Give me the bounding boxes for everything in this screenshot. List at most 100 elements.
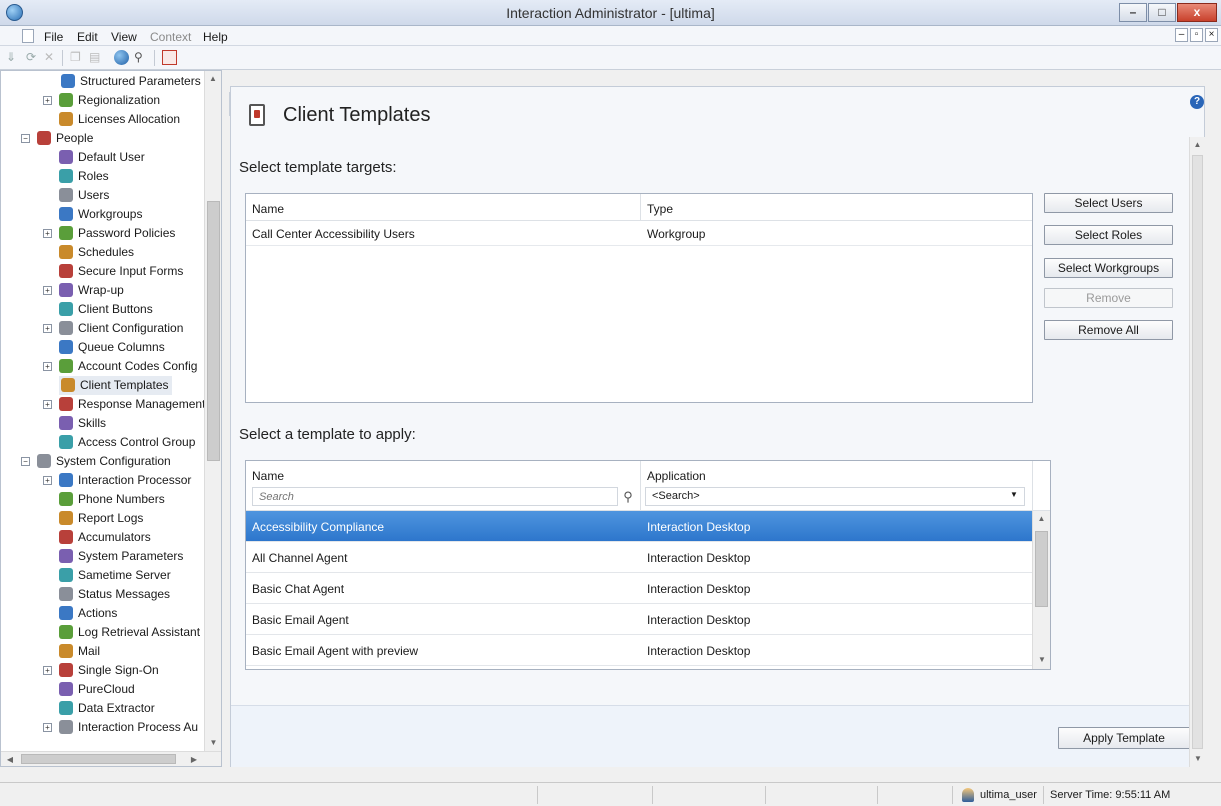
panel-scroll-thumb[interactable]	[1192, 155, 1203, 749]
tree-item[interactable]: Log Retrieval Assistant	[59, 623, 200, 642]
scroll-up-icon[interactable]: ▲	[205, 71, 221, 86]
expander-icon[interactable]: +	[43, 400, 52, 409]
tree-scroll-thumb[interactable]	[207, 201, 220, 461]
tree-item[interactable]: System Parameters	[59, 547, 183, 566]
apply-template-button[interactable]: Apply Template	[1058, 727, 1190, 749]
tree-item[interactable]: Phone Numbers	[59, 490, 165, 509]
refresh-icon[interactable]: ⟳	[26, 50, 41, 65]
close-button[interactable]: x	[1177, 3, 1217, 22]
scroll-up-icon[interactable]: ▲	[1190, 137, 1205, 152]
menu-help[interactable]: Help	[203, 30, 228, 44]
targets-grid[interactable]: Name Type Call Center Accessibility User…	[245, 193, 1033, 403]
delete-icon[interactable]: ✕	[44, 50, 59, 65]
copy-icon[interactable]: ❐	[70, 50, 85, 65]
expander-icon[interactable]: +	[43, 362, 52, 371]
tree-item[interactable]: Account Codes Config	[59, 357, 197, 376]
remove-all-button[interactable]: Remove All	[1044, 320, 1173, 340]
scroll-down-icon[interactable]: ▼	[205, 735, 221, 750]
tree-item[interactable]: Roles	[59, 167, 109, 186]
tree-item[interactable]: Users	[59, 186, 109, 205]
select-roles-button[interactable]: Select Roles	[1044, 225, 1173, 245]
paste-icon[interactable]: ▤	[89, 50, 104, 65]
globe-icon[interactable]	[114, 50, 129, 65]
application-filter-select[interactable]: <Search> ▼	[645, 487, 1025, 506]
tree-horizontal-scrollbar[interactable]: ◀ ▶	[1, 751, 221, 766]
expander-icon[interactable]: +	[43, 286, 52, 295]
tree-item[interactable]: Accumulators	[59, 528, 151, 547]
tree-item[interactable]: Default User	[59, 148, 145, 167]
tree-item[interactable]: Skills	[59, 414, 106, 433]
pin-icon[interactable]: ⚲	[134, 50, 149, 65]
tree-item[interactable]: System Configuration	[37, 452, 171, 471]
tree-item[interactable]: Workgroups	[59, 205, 142, 224]
tree-item[interactable]: Licenses Allocation	[59, 110, 180, 129]
expander-icon[interactable]: +	[43, 476, 52, 485]
tree-item[interactable]: Single Sign-On	[59, 661, 159, 680]
tree-item[interactable]: Interaction Process Au	[59, 718, 198, 737]
tree-item[interactable]: Regionalization	[59, 91, 160, 110]
tree-item[interactable]: Schedules	[59, 243, 134, 262]
tree-item[interactable]: Queue Columns	[59, 338, 165, 357]
tree-item[interactable]: Client Templates	[59, 376, 172, 395]
dropdown-arrow-icon[interactable]: ▼	[1010, 490, 1018, 499]
tree-item[interactable]: Client Buttons	[59, 300, 153, 319]
help-icon[interactable]: ?	[1190, 95, 1204, 109]
table-row[interactable]: Call Center Accessibility Users Workgrou…	[246, 221, 1032, 246]
tree-item[interactable]: Structured Parameters	[61, 72, 201, 91]
scroll-right-icon[interactable]: ▶	[187, 752, 201, 766]
navigation-tree[interactable]: Structured Parameters Regionalization + Lic…	[0, 70, 222, 767]
table-row[interactable]: Basic Email Agent with preview Interactio…	[246, 635, 1032, 666]
maximize-button[interactable]: □	[1148, 3, 1176, 22]
templates-vertical-scrollbar[interactable]: ▲ ▼	[1032, 511, 1050, 669]
mdi-close-button[interactable]: ×	[1205, 28, 1218, 42]
expander-icon[interactable]: +	[43, 229, 52, 238]
tree-item[interactable]: Response Management	[59, 395, 205, 414]
templates-scroll-thumb[interactable]	[1035, 531, 1048, 607]
mdi-minimize-button[interactable]: –	[1175, 28, 1188, 42]
tree-item[interactable]: Wrap-up	[59, 281, 124, 300]
expander-icon[interactable]: −	[21, 134, 30, 143]
menu-edit[interactable]: Edit	[77, 30, 98, 44]
expander-icon[interactable]: +	[43, 723, 52, 732]
select-users-button[interactable]: Select Users	[1044, 193, 1173, 213]
scroll-down-icon[interactable]: ▼	[1190, 751, 1206, 766]
templates-grid[interactable]: Name Application ⚲ <Search> ▼ Accessibil…	[245, 460, 1051, 670]
tree-item[interactable]: Password Policies	[59, 224, 175, 243]
table-row[interactable]: Basic Email Agent Interaction Desktop	[246, 604, 1032, 635]
scroll-up-icon[interactable]: ▲	[1033, 511, 1050, 526]
menu-file[interactable]: File	[44, 30, 63, 44]
tree-item[interactable]: PureCloud	[59, 680, 135, 699]
tree-item[interactable]: Actions	[59, 604, 117, 623]
tree-item[interactable]: Interaction Processor	[59, 471, 191, 490]
tree-hscroll-thumb[interactable]	[21, 754, 176, 764]
table-row[interactable]: Accessibility Compliance Interaction Desk…	[246, 511, 1032, 542]
panel-vertical-scrollbar[interactable]: ▲ ▼	[1189, 137, 1205, 767]
scroll-left-icon[interactable]: ◀	[3, 752, 17, 766]
tree-item[interactable]: Secure Input Forms	[59, 262, 183, 281]
template-name-search-input[interactable]	[252, 487, 618, 506]
expander-icon[interactable]: −	[21, 457, 30, 466]
select-workgroups-button[interactable]: Select Workgroups	[1044, 258, 1173, 278]
properties-icon[interactable]	[162, 50, 177, 65]
column-name[interactable]: Name	[252, 202, 284, 216]
menu-view[interactable]: View	[111, 30, 137, 44]
expander-icon[interactable]: +	[43, 324, 52, 333]
column-application[interactable]: Application	[647, 469, 706, 483]
tree-item[interactable]: Data Extractor	[59, 699, 155, 718]
tree-item[interactable]: Sametime Server	[59, 566, 171, 585]
expander-icon[interactable]: +	[43, 666, 52, 675]
tree-item[interactable]: Client Configuration	[59, 319, 183, 338]
menu-context[interactable]: Context	[150, 30, 191, 44]
pin-icon[interactable]: ⚲	[620, 487, 636, 506]
table-row[interactable]: Basic Chat Agent Interaction Desktop	[246, 573, 1032, 604]
table-row[interactable]: All Channel Agent Interaction Desktop	[246, 542, 1032, 573]
tree-vertical-scrollbar[interactable]: ▲ ▼	[204, 71, 221, 751]
tree-item[interactable]: Report Logs	[59, 509, 143, 528]
down-arrow-icon[interactable]: ⇓	[6, 50, 21, 65]
minimize-button[interactable]: –	[1119, 3, 1147, 22]
tree-item[interactable]: People	[37, 129, 93, 148]
tree-item[interactable]: Status Messages	[59, 585, 170, 604]
remove-button[interactable]: Remove	[1044, 288, 1173, 308]
tree-item[interactable]: Mail	[59, 642, 100, 661]
column-name[interactable]: Name	[252, 469, 284, 483]
